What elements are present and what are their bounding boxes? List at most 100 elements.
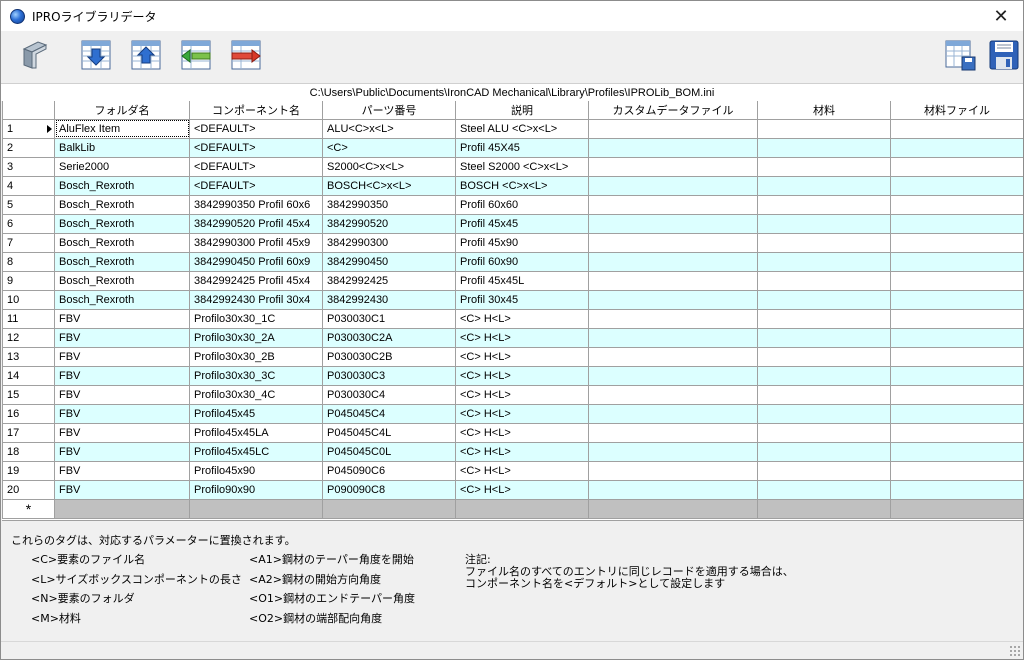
new-row-marker[interactable]: *: [2, 498, 55, 519]
table-cell[interactable]: [588, 118, 758, 139]
table-cell[interactable]: BalkLib: [54, 137, 190, 158]
table-cell[interactable]: 3842990300: [322, 232, 456, 253]
table-cell[interactable]: <C> H<L>: [455, 479, 589, 500]
table-cell[interactable]: FBV: [54, 403, 190, 424]
table-cell[interactable]: <DEFAULT>: [189, 137, 323, 158]
table-cell[interactable]: FBV: [54, 479, 190, 500]
table-cell[interactable]: [757, 289, 891, 310]
table-cell[interactable]: FBV: [54, 441, 190, 462]
table-cell[interactable]: [890, 156, 1023, 177]
table-cell[interactable]: P090090C8: [322, 479, 456, 500]
table-cell[interactable]: Profilo45x90: [189, 460, 323, 481]
table-cell[interactable]: [757, 270, 891, 291]
table-cell[interactable]: [757, 156, 891, 177]
row-number[interactable]: 19: [2, 460, 55, 481]
table-cell[interactable]: <C> H<L>: [455, 441, 589, 462]
table-cell[interactable]: [588, 137, 758, 158]
close-button[interactable]: ✕: [979, 1, 1023, 31]
table-cell[interactable]: [890, 270, 1023, 291]
table-cell[interactable]: [890, 194, 1023, 215]
table-cell[interactable]: P030030C2A: [322, 327, 456, 348]
row-number[interactable]: 4: [2, 175, 55, 196]
table-row[interactable]: 2 BalkLib <DEFAULT> <C> Profil 45X45: [2, 137, 1023, 158]
table-cell[interactable]: [322, 498, 456, 519]
row-number[interactable]: 2: [2, 137, 55, 158]
table-cell[interactable]: P030030C2B: [322, 346, 456, 367]
table-cell[interactable]: [890, 175, 1023, 196]
table-cell[interactable]: P030030C1: [322, 308, 456, 329]
table-cell[interactable]: [890, 422, 1023, 443]
row-number[interactable]: 10: [2, 289, 55, 310]
table-cell[interactable]: P045045C4L: [322, 422, 456, 443]
table-cell[interactable]: 3842990300 Profil 45x9: [189, 232, 323, 253]
table-cell[interactable]: [455, 498, 589, 519]
table-cell[interactable]: <C> H<L>: [455, 346, 589, 367]
table-cell[interactable]: [890, 327, 1023, 348]
table-cell[interactable]: ALU<C>x<L>: [322, 118, 456, 139]
table-cell[interactable]: P045045C4: [322, 403, 456, 424]
table-row[interactable]: 7 Bosch_Rexroth 3842990300 Profil 45x9 3842…: [2, 232, 1023, 253]
table-cell[interactable]: [588, 441, 758, 462]
table-cell[interactable]: <C>: [322, 137, 456, 158]
table-cell[interactable]: Profilo30x30_3C: [189, 365, 323, 386]
table-cell[interactable]: 3842990450: [322, 251, 456, 272]
table-cell[interactable]: [890, 213, 1023, 234]
table-cell[interactable]: Bosch_Rexroth: [54, 194, 190, 215]
table-cell[interactable]: Profil 45x45L: [455, 270, 589, 291]
table-cell[interactable]: FBV: [54, 346, 190, 367]
table-cell[interactable]: Profilo30x30_2B: [189, 346, 323, 367]
table-cell[interactable]: [588, 289, 758, 310]
table-cell[interactable]: Profil 45X45: [455, 137, 589, 158]
table-cell[interactable]: [890, 308, 1023, 329]
column-header[interactable]: フォルダ名: [54, 101, 190, 120]
table-cell[interactable]: 3842990350: [322, 194, 456, 215]
table-cell[interactable]: [757, 384, 891, 405]
table-row[interactable]: 6 Bosch_Rexroth 3842990520 Profil 45x4 3842…: [2, 213, 1023, 234]
table-cell[interactable]: 3842992425: [322, 270, 456, 291]
table-cell[interactable]: Profil 60x90: [455, 251, 589, 272]
table-cell[interactable]: [757, 479, 891, 500]
row-number[interactable]: 20: [2, 479, 55, 500]
row-number[interactable]: 13: [2, 346, 55, 367]
table-cell[interactable]: Bosch_Rexroth: [54, 270, 190, 291]
table-cell[interactable]: [757, 365, 891, 386]
row-number[interactable]: 3: [2, 156, 55, 177]
table-cell[interactable]: [890, 441, 1023, 462]
table-cell[interactable]: <C> H<L>: [455, 327, 589, 348]
table-cell[interactable]: [890, 479, 1023, 500]
table-cell[interactable]: <C> H<L>: [455, 460, 589, 481]
table-cell[interactable]: [588, 251, 758, 272]
new-row[interactable]: *: [2, 498, 1023, 519]
table-cell[interactable]: [757, 422, 891, 443]
table-row[interactable]: 17 FBV Profilo45x45LA P045045C4L <C> H<L>: [2, 422, 1023, 443]
table-cell[interactable]: [890, 498, 1023, 519]
table-cell[interactable]: Profil 45x90: [455, 232, 589, 253]
table-row[interactable]: 20 FBV Profilo90x90 P090090C8 <C> H<L>: [2, 479, 1023, 500]
row-number[interactable]: 18: [2, 441, 55, 462]
table-cell[interactable]: [588, 270, 758, 291]
table-cell[interactable]: [757, 460, 891, 481]
import-button[interactable]: [80, 39, 112, 71]
table-cell[interactable]: [757, 213, 891, 234]
column-header[interactable]: 材料ファイル: [890, 101, 1023, 120]
table-row[interactable]: 13 FBV Profilo30x30_2B P030030C2B <C> H<L>: [2, 346, 1023, 367]
table-cell[interactable]: Profil 60x60: [455, 194, 589, 215]
table-row[interactable]: 3 Serie2000 <DEFAULT> S2000<C>x<L> Steel S20…: [2, 156, 1023, 177]
table-cell[interactable]: Bosch_Rexroth: [54, 289, 190, 310]
table-cell[interactable]: <C> H<L>: [455, 365, 589, 386]
table-cell[interactable]: Profil 30x45: [455, 289, 589, 310]
table-cell[interactable]: [757, 194, 891, 215]
table-cell[interactable]: FBV: [54, 365, 190, 386]
table-cell[interactable]: S2000<C>x<L>: [322, 156, 456, 177]
table-row[interactable]: 4 Bosch_Rexroth <DEFAULT> BOSCH<C>x<L> BOSCH…: [2, 175, 1023, 196]
table-row[interactable]: 19 FBV Profilo45x90 P045090C6 <C> H<L>: [2, 460, 1023, 481]
table-cell[interactable]: [588, 175, 758, 196]
table-row[interactable]: 9 Bosch_Rexroth 3842992425 Profil 45x4 3842…: [2, 270, 1023, 291]
table-row[interactable]: 16 FBV Profilo45x45 P045045C4 <C> H<L>: [2, 403, 1023, 424]
table-cell[interactable]: 3842990350 Profil 60x6: [189, 194, 323, 215]
profile-button[interactable]: [18, 39, 50, 71]
table-cell[interactable]: P030030C4: [322, 384, 456, 405]
column-header[interactable]: 説明: [455, 101, 589, 120]
table-cell[interactable]: [757, 251, 891, 272]
table-cell[interactable]: [890, 289, 1023, 310]
